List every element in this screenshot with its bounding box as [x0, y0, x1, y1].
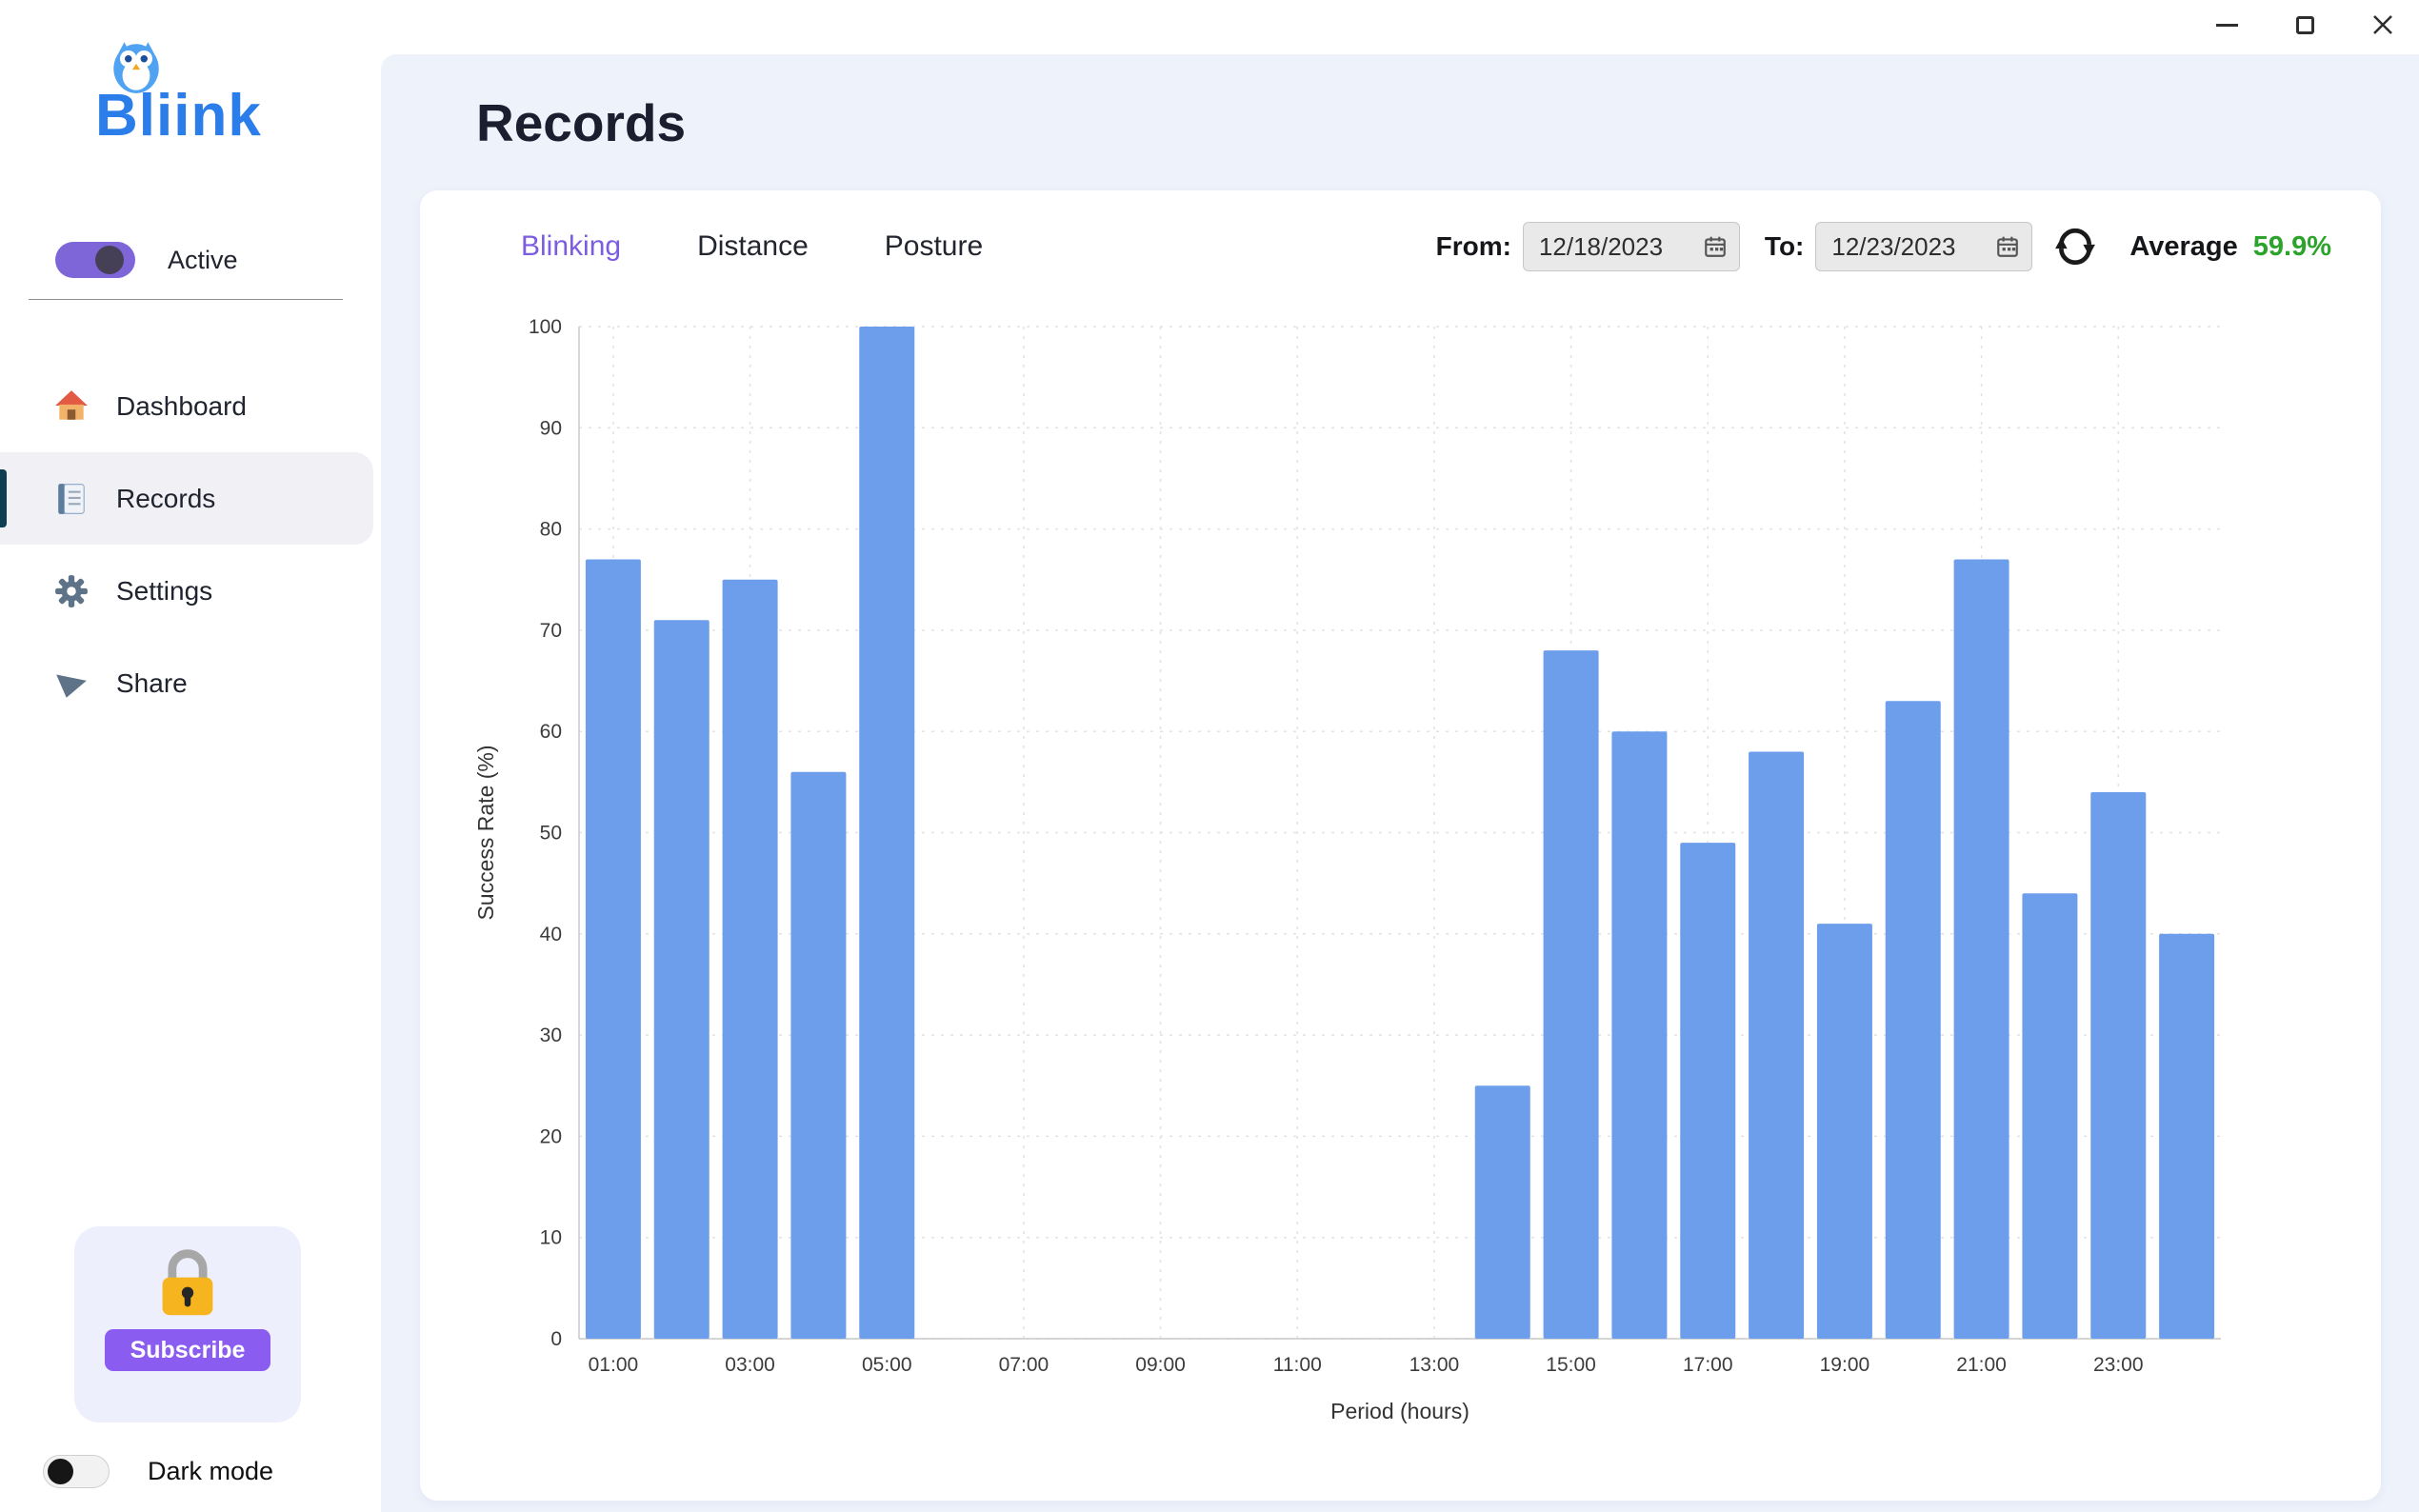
dark-mode-row: Dark mode	[43, 1455, 273, 1488]
y-tick-label: 30	[540, 1025, 562, 1046]
bar-17:00	[1680, 843, 1735, 1339]
y-tick-label: 20	[540, 1125, 562, 1147]
y-tick-label: 100	[529, 316, 562, 338]
y-tick-label: 0	[550, 1328, 562, 1350]
to-date-value: 12/23/2023	[1831, 232, 1955, 262]
active-toggle-row: Active	[55, 242, 238, 278]
from-date-input[interactable]: 12/18/2023	[1523, 222, 1740, 271]
active-toggle-label: Active	[168, 246, 238, 275]
y-tick-label: 80	[540, 519, 562, 541]
bar-22:00	[2022, 893, 2077, 1339]
tab-blinking[interactable]: Blinking	[521, 230, 621, 263]
to-label: To:	[1765, 231, 1804, 262]
sidebar-item-label: Share	[116, 668, 188, 699]
window-minimize-button[interactable]	[2213, 11, 2240, 38]
main-content: Records Blinking Distance Posture From: …	[381, 54, 2419, 1512]
sidebar-item-settings[interactable]: Settings	[0, 545, 381, 637]
x-tick-label: 01:00	[589, 1354, 639, 1376]
minimize-icon	[2216, 24, 2238, 27]
y-axis-title: Success Rate (%)	[473, 745, 498, 920]
bar-03:00	[723, 580, 778, 1339]
active-toggle[interactable]	[55, 242, 135, 278]
sidebar: Bliink Active Dashboard Records	[0, 0, 381, 1512]
subscribe-card: Subscribe	[74, 1226, 301, 1422]
y-tick-label: 70	[540, 620, 562, 642]
x-axis-title: Period (hours)	[1330, 1399, 1469, 1423]
bar-20:00	[1886, 701, 1941, 1339]
calendar-icon	[1995, 234, 2020, 259]
x-tick-label: 17:00	[1683, 1354, 1733, 1376]
bar-21:00	[1954, 559, 2009, 1339]
app-logo: Bliink	[95, 38, 343, 162]
dark-mode-label: Dark mode	[148, 1457, 273, 1486]
x-tick-label: 09:00	[1135, 1354, 1186, 1376]
toggle-knob-icon	[95, 246, 124, 274]
tab-posture[interactable]: Posture	[885, 230, 983, 263]
sidebar-item-dashboard[interactable]: Dashboard	[0, 360, 381, 452]
x-tick-label: 05:00	[862, 1354, 912, 1376]
from-date-value: 12/18/2023	[1539, 232, 1663, 262]
y-tick-label: 60	[540, 721, 562, 743]
y-tick-label: 90	[540, 417, 562, 439]
x-tick-label: 19:00	[1820, 1354, 1870, 1376]
bar-16:00	[1611, 731, 1667, 1339]
sidebar-item-share[interactable]: Share	[0, 637, 381, 729]
records-bar-chart: 0 10 20 30 40 50 60 70 80 90 100 01:00 03:00 05:00 07:…	[420, 305, 2381, 1491]
sidebar-item-label: Settings	[116, 576, 212, 607]
bar-05:00	[859, 327, 914, 1339]
x-tick-label: 23:00	[2093, 1354, 2144, 1376]
card-header: Blinking Distance Posture From: 12/18/20…	[420, 221, 2381, 272]
from-label: From:	[1436, 231, 1511, 262]
to-date-input[interactable]: 12/23/2023	[1815, 222, 2032, 271]
maximize-icon	[2296, 16, 2314, 34]
bar-23:00	[2090, 792, 2146, 1339]
share-icon	[53, 666, 90, 702]
bar-24:00	[2159, 934, 2214, 1339]
sidebar-divider	[29, 299, 343, 300]
lock-icon	[146, 1240, 230, 1323]
refresh-button[interactable]	[2051, 223, 2099, 270]
filter-controls: From: 12/18/2023 To: 12/23/2023	[1436, 222, 2331, 271]
refresh-icon	[2053, 225, 2097, 269]
subscribe-button[interactable]: Subscribe	[105, 1329, 270, 1371]
sidebar-item-records[interactable]: Records	[0, 452, 373, 545]
sidebar-item-label: Records	[116, 484, 215, 514]
bar-15:00	[1544, 650, 1599, 1339]
records-icon	[53, 481, 90, 517]
bar-14:00	[1475, 1085, 1530, 1339]
page-title: Records	[476, 92, 686, 153]
average-label: Average	[2129, 231, 2237, 263]
y-tick-label: 10	[540, 1227, 562, 1249]
close-icon	[2372, 14, 2393, 35]
window-close-button[interactable]	[2369, 11, 2396, 38]
x-tick-label: 11:00	[1273, 1354, 1322, 1376]
sidebar-nav: Dashboard Records	[0, 360, 381, 729]
bar-01:00	[586, 559, 641, 1339]
bar-02:00	[654, 620, 710, 1339]
toggle-knob-icon	[48, 1459, 73, 1484]
bar-18:00	[1749, 751, 1804, 1339]
calendar-icon	[1703, 234, 1728, 259]
tab-distance[interactable]: Distance	[697, 230, 809, 263]
window-controls	[2213, 11, 2396, 38]
records-card: Blinking Distance Posture From: 12/18/20…	[420, 190, 2381, 1501]
x-tick-label: 13:00	[1409, 1354, 1460, 1376]
gear-icon	[53, 573, 90, 609]
chart-tabs: Blinking Distance Posture	[521, 230, 983, 263]
x-tick-label: 21:00	[1956, 1354, 2007, 1376]
dark-mode-toggle[interactable]	[43, 1455, 110, 1488]
y-tick-label: 50	[540, 823, 562, 845]
average-value: 59.9%	[2253, 231, 2331, 263]
bar-04:00	[790, 772, 846, 1339]
x-tick-label: 03:00	[725, 1354, 775, 1376]
logo-text: Bliink	[95, 82, 262, 149]
x-tick-label: 07:00	[999, 1354, 1050, 1376]
sidebar-item-label: Dashboard	[116, 391, 247, 422]
x-tick-label: 15:00	[1546, 1354, 1596, 1376]
window-maximize-button[interactable]	[2291, 11, 2318, 38]
home-icon	[53, 388, 90, 425]
bar-19:00	[1817, 924, 1872, 1339]
y-tick-label: 40	[540, 924, 562, 945]
